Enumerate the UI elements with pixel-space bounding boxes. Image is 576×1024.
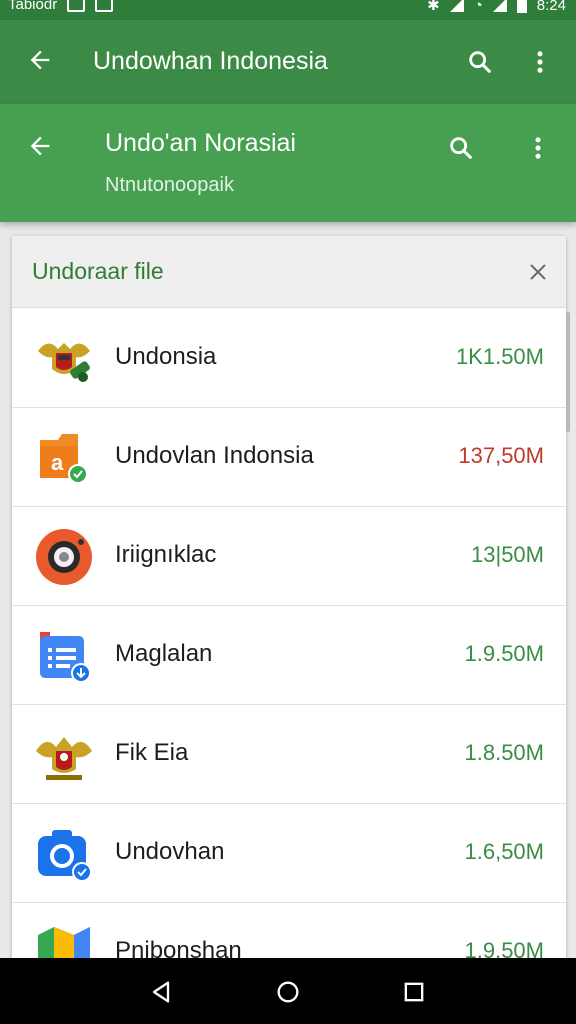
- signal-icon: [449, 0, 464, 12]
- blue-camera-icon: [38, 830, 92, 882]
- system-nav-bar: [0, 958, 576, 1024]
- battery-icon: [516, 0, 527, 13]
- garuda-emblem-icon: [36, 737, 92, 780]
- more-options-button[interactable]: [520, 42, 560, 82]
- back-button-secondary[interactable]: [20, 126, 60, 166]
- secondary-subtitle: Ntnutonoopaik: [105, 174, 234, 196]
- close-button[interactable]: [522, 256, 554, 288]
- arrow-back-icon: [30, 50, 50, 70]
- primary-title: Undowhan Indonesia: [93, 47, 328, 75]
- file-list: Undonsia 1K1.50M a Undovlan Indonsia 137…: [12, 309, 566, 976]
- image-notification-icon: [67, 0, 86, 12]
- dialog-header: Undoraar file: [12, 236, 566, 308]
- blue-document-icon: [40, 632, 91, 683]
- more-options-button-secondary[interactable]: [518, 128, 558, 168]
- square-recents-icon: [404, 982, 424, 1002]
- arrow-back-icon: [30, 136, 50, 156]
- wifi-icon: ◔: [473, 0, 483, 14]
- list-item[interactable]: Undonsia 1K1.50M: [12, 309, 566, 408]
- circle-home-icon: [277, 981, 299, 1003]
- close-icon: [530, 264, 546, 280]
- secondary-app-bar: Undo'an Norasiai Ntnutonoopaik: [0, 104, 576, 222]
- status-left-text: Tabiodr: [8, 0, 58, 13]
- camera-lens-icon: [36, 529, 92, 585]
- scrollbar[interactable]: [566, 312, 570, 432]
- status-time: 8:24: [536, 0, 566, 14]
- dialog-title: Undoraar file: [32, 258, 164, 284]
- app-size: 1.8.50M: [464, 740, 545, 765]
- app-name: Iriignıklac: [115, 541, 217, 568]
- app-name: Fik Eia: [115, 739, 189, 766]
- emblem-garuda-icon: [38, 343, 90, 382]
- app-name: Undovhan: [115, 838, 225, 865]
- app-name: Undovlan Indonsia: [115, 442, 314, 469]
- file-dialog: Undoraar file Undonsia 1K1.50M a Undovla…: [12, 236, 566, 976]
- app-size: 1.9.50M: [464, 641, 545, 666]
- app-notification-icon: [95, 0, 114, 12]
- nav-home-button[interactable]: [268, 972, 308, 1012]
- bluetooth-icon: ✱: [427, 0, 440, 14]
- app-name: Undonsia: [115, 343, 217, 370]
- list-item[interactable]: Fik Eia 1.8.50M: [12, 705, 566, 804]
- list-item[interactable]: Maglalan 1.9.50M: [12, 606, 566, 705]
- app-name: Maglalan: [115, 640, 213, 667]
- app-size: 1.6,50M: [464, 839, 545, 864]
- more-vert-icon: [537, 51, 543, 73]
- search-icon: [450, 137, 472, 159]
- app-size: 137,50M: [458, 443, 544, 468]
- cell-signal-icon: [492, 0, 507, 12]
- app-size: 13|50M: [471, 542, 544, 567]
- search-icon: [469, 51, 491, 73]
- triangle-back-icon: [152, 981, 170, 1003]
- back-button[interactable]: [20, 40, 60, 80]
- orange-file-icon: a: [40, 434, 88, 484]
- list-item[interactable]: Undovhan 1.6,50M: [12, 804, 566, 903]
- search-button-secondary[interactable]: [441, 128, 481, 168]
- nav-recents-button[interactable]: [394, 972, 434, 1012]
- status-bar: Tabiodr ✱ ◔ 8:24: [0, 0, 576, 20]
- more-vert-icon: [535, 137, 541, 159]
- secondary-title: Undo'an Norasiai: [105, 129, 296, 157]
- svg-text:a: a: [51, 450, 64, 475]
- app-size: 1K1.50M: [455, 344, 544, 369]
- nav-back-button[interactable]: [141, 972, 181, 1012]
- list-item[interactable]: a Undovlan Indonsia 137,50M: [12, 408, 566, 507]
- search-button[interactable]: [460, 42, 500, 82]
- list-item[interactable]: Iriignıklac 13|50M: [12, 507, 566, 606]
- primary-app-bar: Undowhan Indonesia: [0, 20, 576, 104]
